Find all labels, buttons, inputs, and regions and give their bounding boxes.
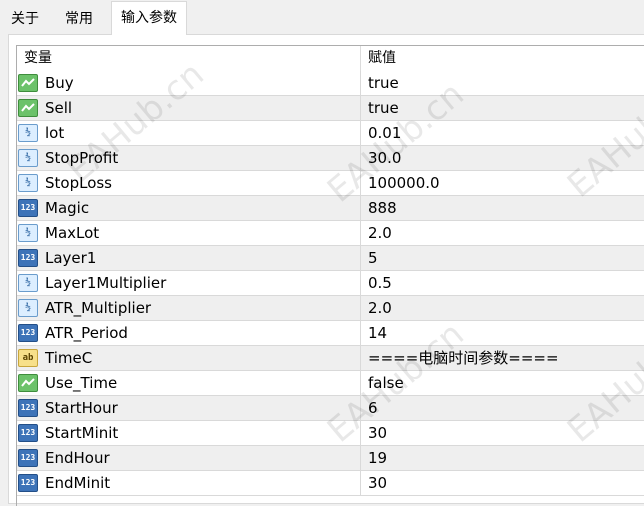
param-value[interactable]: true	[368, 96, 399, 120]
table-row[interactable]: 123 Magic 888	[17, 196, 644, 221]
param-name: Layer1Multiplier	[45, 274, 167, 292]
column-divider[interactable]	[360, 46, 361, 71]
param-name: EndHour	[45, 449, 110, 467]
cell-divider	[360, 196, 361, 220]
table-row[interactable]: ½ StopLoss 100000.0	[17, 171, 644, 196]
param-value[interactable]: 2.0	[368, 221, 392, 245]
column-header-value[interactable]: 赋值	[368, 46, 396, 71]
table-row[interactable]: 123 StartHour 6	[17, 396, 644, 421]
double-type-icon: ½	[18, 299, 38, 317]
double-type-icon: ½	[18, 274, 38, 292]
table-row[interactable]: ½ ATR_Multiplier 2.0	[17, 296, 644, 321]
int-type-icon: 123	[18, 249, 38, 267]
cell-divider	[360, 421, 361, 445]
double-type-icon: ½	[18, 224, 38, 242]
int-type-icon: 123	[18, 424, 38, 442]
cell-divider	[360, 246, 361, 270]
double-type-icon: ½	[18, 149, 38, 167]
column-header-variable[interactable]: 变量	[24, 46, 52, 71]
int-type-icon: 123	[18, 399, 38, 417]
param-value[interactable]: true	[368, 71, 399, 95]
int-type-icon: 123	[18, 449, 38, 467]
param-value[interactable]: false	[368, 371, 404, 395]
param-value[interactable]: 5	[368, 246, 378, 270]
param-name: MaxLot	[45, 224, 100, 242]
param-value[interactable]: 30	[368, 471, 387, 495]
param-name: TimeC	[45, 349, 93, 367]
cell-divider	[360, 396, 361, 420]
bool-type-icon	[18, 99, 38, 117]
table-row[interactable]: 123 ATR_Period 14	[17, 321, 644, 346]
cell-divider	[360, 146, 361, 170]
cell-divider	[360, 221, 361, 245]
param-name: StopLoss	[45, 174, 113, 192]
cell-divider	[360, 121, 361, 145]
param-value[interactable]: 888	[368, 196, 397, 220]
table-body: Buy true Sell true ½ lot 0.01 ½ StopProfit 30.0 ½ S…	[17, 71, 644, 496]
param-name: Sell	[45, 99, 73, 117]
param-name: EndMinit	[45, 474, 111, 492]
param-name: StopProfit	[45, 149, 119, 167]
param-value[interactable]: 2.0	[368, 296, 392, 320]
table-row[interactable]: ½ lot 0.01	[17, 121, 644, 146]
cell-divider	[360, 371, 361, 395]
param-value[interactable]: 14	[368, 321, 387, 345]
tab-panel: 变量 赋值 Buy true Sell true ½ lot 0.01 ½ StopProfit…	[8, 34, 644, 506]
param-value[interactable]: 30.0	[368, 146, 401, 170]
double-type-icon: ½	[18, 124, 38, 142]
param-name: Layer1	[45, 249, 97, 267]
cell-divider	[360, 321, 361, 345]
tab-bar: 关于 常用 输入参数	[0, 0, 644, 35]
cell-divider	[360, 446, 361, 470]
cell-divider	[360, 471, 361, 495]
cell-divider	[360, 171, 361, 195]
int-type-icon: 123	[18, 324, 38, 342]
cell-divider	[360, 346, 361, 370]
table-row[interactable]: 123 EndHour 19	[17, 446, 644, 471]
table-row[interactable]: ab TimeC ====电脑时间参数====	[17, 346, 644, 371]
table-row[interactable]: 123 EndMinit 30	[17, 471, 644, 496]
table-row[interactable]: 123 Layer1 5	[17, 246, 644, 271]
table-header: 变量 赋值	[17, 46, 644, 72]
table-row[interactable]: Use_Time false	[17, 371, 644, 396]
table-row[interactable]: ½ StopProfit 30.0	[17, 146, 644, 171]
param-name: lot	[45, 124, 65, 142]
bool-type-icon	[18, 74, 38, 92]
double-type-icon: ½	[18, 174, 38, 192]
param-name: Magic	[45, 199, 90, 217]
table-row[interactable]: Sell true	[17, 96, 644, 121]
tab-about[interactable]: 关于	[2, 5, 48, 33]
tab-common[interactable]: 常用	[56, 5, 102, 33]
param-value[interactable]: 0.01	[368, 121, 401, 145]
param-value[interactable]: 100000.0	[368, 171, 440, 195]
table-row[interactable]: ½ MaxLot 2.0	[17, 221, 644, 246]
param-name: Use_Time	[45, 374, 118, 392]
table-row[interactable]: 123 StartMinit 30	[17, 421, 644, 446]
table-row[interactable]: Buy true	[17, 71, 644, 96]
param-value[interactable]: 6	[368, 396, 378, 420]
string-type-icon: ab	[18, 349, 38, 367]
cell-divider	[360, 71, 361, 95]
param-name: StartHour	[45, 399, 118, 417]
param-value[interactable]: ====电脑时间参数====	[368, 346, 559, 370]
cell-divider	[360, 296, 361, 320]
int-type-icon: 123	[18, 199, 38, 217]
params-table: 变量 赋值 Buy true Sell true ½ lot 0.01 ½ StopProfit…	[16, 45, 644, 506]
int-type-icon: 123	[18, 474, 38, 492]
param-value[interactable]: 19	[368, 446, 387, 470]
bool-type-icon	[18, 374, 38, 392]
tab-input-params[interactable]: 输入参数	[111, 1, 187, 35]
cell-divider	[360, 96, 361, 120]
param-value[interactable]: 30	[368, 421, 387, 445]
table-row[interactable]: ½ Layer1Multiplier 0.5	[17, 271, 644, 296]
param-value[interactable]: 0.5	[368, 271, 392, 295]
param-name: ATR_Period	[45, 324, 128, 342]
cell-divider	[360, 271, 361, 295]
param-name: Buy	[45, 74, 74, 92]
param-name: StartMinit	[45, 424, 119, 442]
param-name: ATR_Multiplier	[45, 299, 152, 317]
